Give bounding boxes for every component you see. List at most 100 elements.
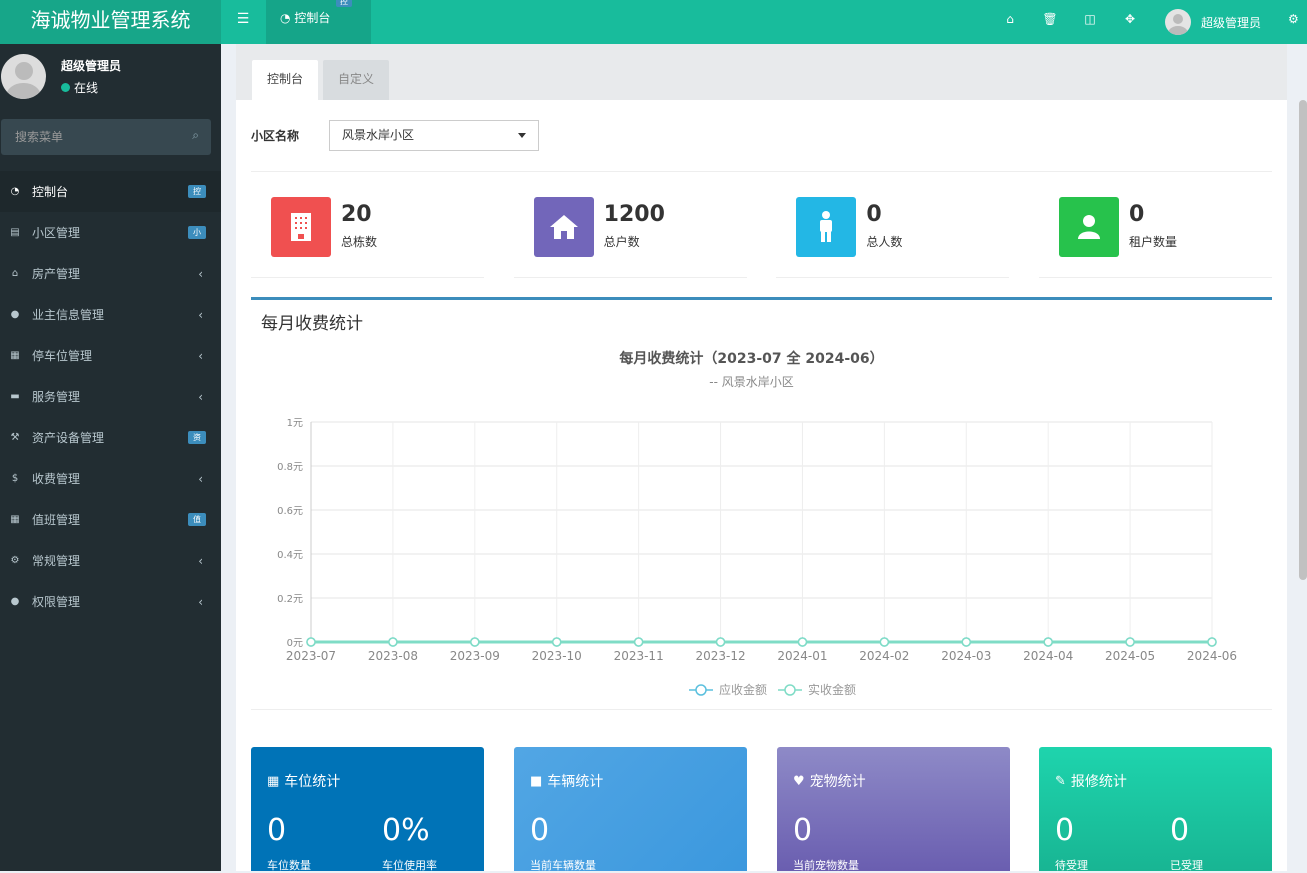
sidebar-item-label: 小区管理	[32, 226, 81, 240]
community-select[interactable]: 风景水岸小区	[329, 120, 539, 151]
sidebar-item-2[interactable]: ⌂ 房产管理 ‹	[0, 253, 221, 294]
data-point	[306, 637, 316, 647]
sidebar-item-7[interactable]: $ 收费管理 ‹	[0, 458, 221, 499]
cogs-icon[interactable]: ⚙	[1288, 0, 1307, 44]
x-tick-label: 2024-06	[1187, 649, 1237, 663]
dashboard-icon: ◔	[10, 186, 20, 197]
group-icon: ●	[10, 596, 20, 607]
chevron-left-icon: ‹	[198, 594, 203, 609]
user-icon	[1058, 197, 1119, 257]
y-tick-label: 0.2元	[277, 594, 303, 605]
menu-search: ⌕	[1, 119, 211, 155]
sidebar-item-0[interactable]: ◔ 控制台 控	[0, 171, 221, 212]
tab-dashboard[interactable]: ◔ 控制台 控	[266, 0, 371, 44]
x-tick-label: 2024-03	[941, 649, 991, 663]
x-tick-label: 2023-07	[286, 649, 336, 663]
card-title: 宠物统计	[809, 774, 866, 790]
x-tick-label: 2023-08	[368, 649, 418, 663]
menu-toggle-icon[interactable]: ☰	[228, 0, 258, 44]
chevron-left-icon: ‹	[198, 553, 203, 568]
y-tick-label: 0.4元	[277, 550, 303, 561]
data-point	[797, 637, 808, 647]
stat-buildings: 20 总栋数	[251, 172, 484, 278]
trash-icon[interactable]: 🗑	[1030, 0, 1070, 44]
content-tabs: 控制台 自定义	[236, 44, 1287, 100]
wrench-icon: ✎	[1055, 773, 1066, 789]
data-point	[879, 637, 890, 647]
y-tick-label: 1元	[287, 418, 303, 429]
chevron-left-icon: ‹	[198, 471, 203, 486]
home-icon[interactable]: ⌂	[990, 0, 1030, 44]
top-navbar: 海诚物业管理系统 ☰ ◔ 控制台 控 ⌂ 🗑 ◫ ✥ 超级管理员 ⚙	[0, 0, 1307, 44]
sidebar: 超级管理员 在线 ⌕ ◔ 控制台 控 ▤ 小区管理 小 ⌂ 房产管理 ‹ ● 业主信息管理 ‹ ▦ 停车位…	[0, 44, 221, 871]
x-tick-label: 2023-12	[695, 649, 745, 663]
tab-custom[interactable]: 自定义	[323, 60, 390, 100]
scrollbar[interactable]	[1299, 100, 1307, 580]
tab-dashboard-label: 控制台	[294, 11, 331, 25]
sidebar-item-label: 收费管理	[32, 472, 81, 486]
tab-dashboard[interactable]: 控制台	[252, 60, 319, 100]
sidebar-item-3[interactable]: ● 业主信息管理 ‹	[0, 294, 221, 335]
sidebar-item-label: 常规管理	[32, 554, 81, 568]
card-title: 报修统计	[1070, 774, 1127, 790]
user-panel: 超级管理员 在线	[0, 44, 221, 110]
sidebar-item-6[interactable]: ⚒ 资产设备管理 资	[0, 417, 221, 458]
filter-label: 小区名称	[251, 129, 300, 143]
tab-badge: 控	[336, 0, 352, 7]
sidebar-item-5[interactable]: ▬ 服务管理 ‹	[0, 376, 221, 417]
chevron-left-icon: ‹	[198, 348, 203, 363]
chart-subtitle: -- 风景水岸小区	[709, 375, 793, 389]
heart-icon: ♥	[793, 773, 805, 789]
card-value: 0	[1170, 813, 1190, 848]
legend-marker	[695, 684, 707, 696]
sidebar-item-9[interactable]: ⚙ 常规管理 ‹	[0, 540, 221, 581]
card-value: 0%	[382, 813, 430, 848]
sidebar-item-label: 业主信息管理	[32, 308, 105, 322]
coffee-icon: ▬	[10, 391, 20, 402]
sidebar-item-label: 服务管理	[32, 390, 81, 404]
card-vehicles: ■ 车辆统计 0 当前车辆数量	[514, 747, 747, 872]
search-icon[interactable]: ⌕	[192, 128, 199, 143]
sidebar-item-1[interactable]: ▤ 小区管理 小	[0, 212, 221, 253]
card-value: 0	[267, 813, 287, 848]
user-menu[interactable]: 超级管理员	[1165, 9, 1261, 35]
select-value: 风景水岸小区	[342, 128, 415, 142]
monthly-fee-chart: 每月收费统计（2023-07 全 2024-06） -- 风景水岸小区 0元 0.2元…	[277, 350, 1237, 697]
x-tick-label: 2023-11	[614, 649, 664, 663]
summary-cards: ▦ 车位统计 0 车位数量 0% 车位使用率 ■ 车辆统计 0 当前车辆数量 ♥ 宠物…	[251, 747, 1272, 872]
dashboard-icon: ◔	[280, 11, 291, 25]
card-title: 车辆统计	[547, 774, 604, 790]
sidebar-item-10[interactable]: ● 权限管理 ‹	[0, 581, 221, 622]
legend-marker	[784, 684, 796, 696]
menu-badge: 资	[188, 431, 206, 444]
card-value: 0	[793, 813, 813, 848]
chart-section-title: 每月收费统计	[261, 314, 363, 334]
stat-label: 总栋数	[341, 235, 378, 249]
stat-value: 0	[1128, 202, 1145, 227]
menu-badge: 值	[188, 513, 206, 526]
sidebar-item-label: 权限管理	[32, 595, 81, 609]
translate-icon[interactable]: ◫	[1070, 0, 1110, 44]
avatar	[1, 54, 46, 99]
menu-badge: 控	[188, 185, 206, 198]
data-point	[961, 637, 972, 647]
cogs-icon: ⚙	[10, 555, 20, 566]
app-title: 海诚物业管理系统	[0, 0, 221, 44]
film-icon: ▦	[10, 350, 20, 361]
home-icon	[533, 197, 594, 257]
search-input[interactable]	[1, 119, 171, 155]
sidebar-user-name: 超级管理员	[61, 59, 122, 73]
film-icon: ▦	[267, 773, 280, 789]
x-tick-label: 2024-01	[777, 649, 827, 663]
sidebar-menu: ◔ 控制台 控 ▤ 小区管理 小 ⌂ 房产管理 ‹ ● 业主信息管理 ‹ ▦ 停车位管理 ‹ ▬ 服务管理 ‹ ⚒ 资…	[0, 171, 221, 622]
sidebar-item-label: 资产设备管理	[32, 431, 105, 445]
user-name: 超级管理员	[1201, 15, 1262, 30]
sidebar-item-8[interactable]: ▦ 值班管理 值	[0, 499, 221, 540]
sidebar-item-4[interactable]: ▦ 停车位管理 ‹	[0, 335, 221, 376]
card-pets: ♥ 宠物统计 0 当前宠物数量	[777, 747, 1010, 872]
fullscreen-icon[interactable]: ✥	[1110, 0, 1150, 44]
data-point	[470, 637, 480, 647]
card-value: 0	[530, 813, 550, 848]
x-tick-label: 2023-10	[532, 649, 582, 663]
card-title: 车位统计	[284, 774, 341, 790]
